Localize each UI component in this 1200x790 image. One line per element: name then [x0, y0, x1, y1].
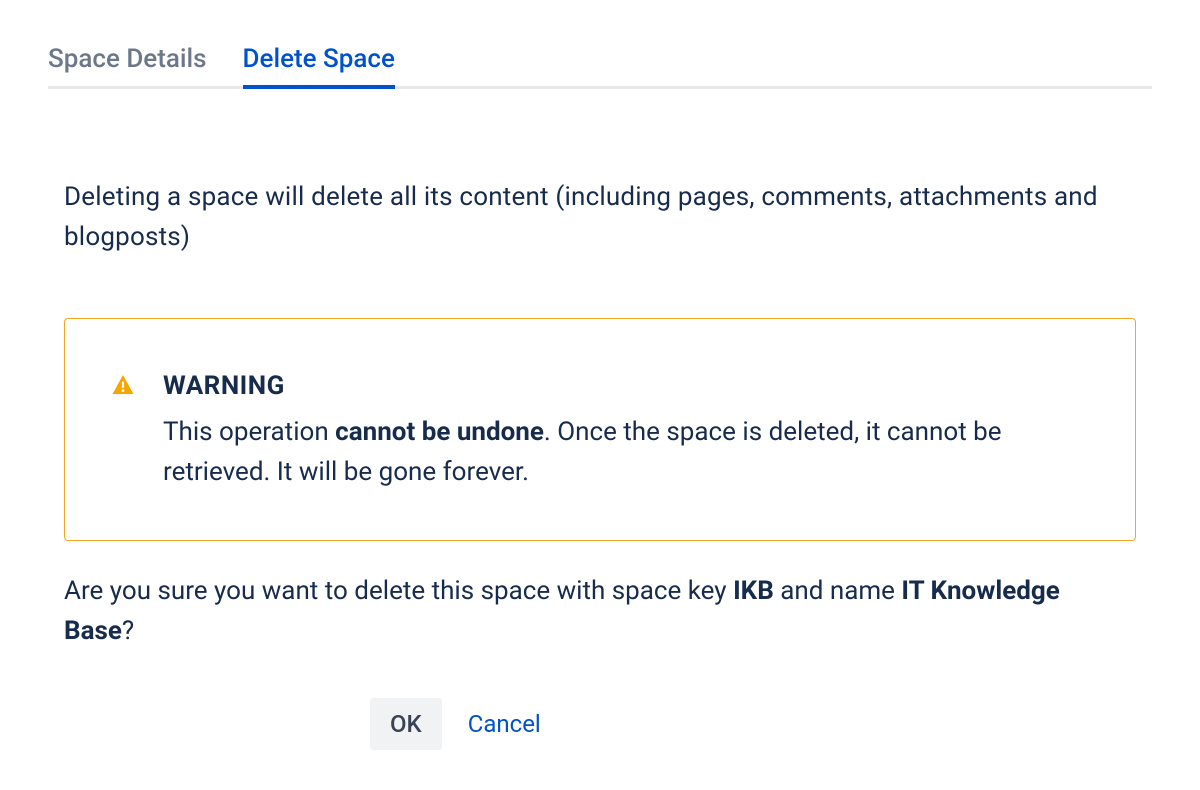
confirm-between: and name	[774, 576, 902, 606]
confirm-before-key: Are you sure you want to delete this spa…	[64, 576, 733, 606]
confirm-text: Are you sure you want to delete this spa…	[64, 571, 1136, 652]
tab-delete-space[interactable]: Delete Space	[243, 40, 395, 89]
content-area: Deleting a space will delete all its con…	[48, 177, 1152, 750]
confirm-space-key: IKB	[733, 576, 774, 606]
page-container: Space Details Delete Space Deleting a sp…	[0, 0, 1200, 790]
tabs-bar: Space Details Delete Space	[48, 40, 1152, 89]
warning-triangle-icon	[111, 371, 135, 395]
actions-row: OK Cancel	[64, 698, 1136, 750]
warning-content: WARNING This operation cannot be undone.…	[163, 367, 1075, 493]
warning-panel: WARNING This operation cannot be undone.…	[64, 318, 1136, 542]
confirm-after: ?	[122, 616, 134, 646]
warning-heading: WARNING	[163, 367, 1075, 406]
ok-button[interactable]: OK	[370, 698, 442, 750]
intro-text: Deleting a space will delete all its con…	[64, 177, 1136, 258]
warning-message: This operation cannot be undone. Once th…	[163, 412, 1075, 493]
warning-text-before: This operation	[163, 417, 335, 447]
tab-space-details[interactable]: Space Details	[48, 40, 207, 89]
warning-text-bold: cannot be undone	[335, 417, 544, 447]
